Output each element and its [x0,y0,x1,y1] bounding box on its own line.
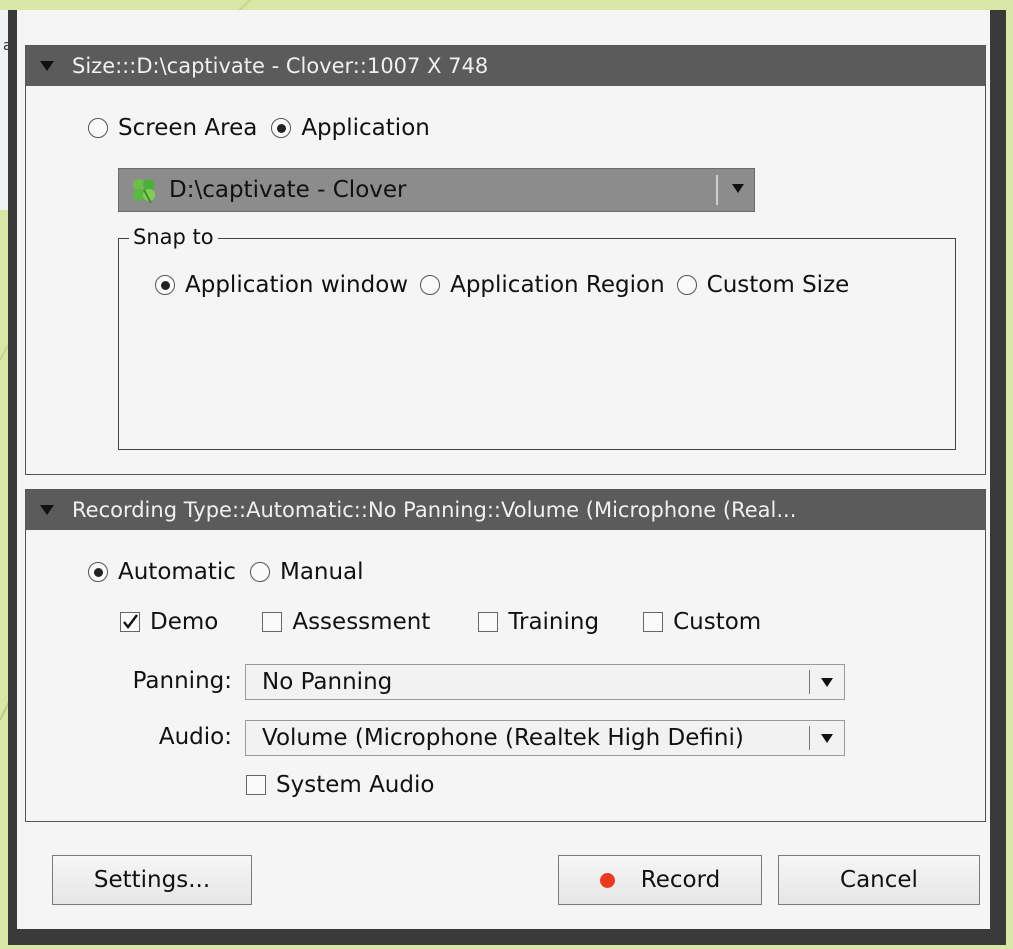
select-divider [809,670,810,694]
audio-label: Audio: [158,724,232,750]
system-audio-label[interactable]: System Audio [276,772,434,798]
application-region-label[interactable]: Application Region [450,272,665,298]
panning-label: Panning: [132,668,232,694]
recording-panel-title: Recording Type::Automatic::No Panning::V… [72,498,797,522]
custom-checkbox[interactable] [643,612,664,632]
manual-radio[interactable] [249,562,270,582]
demo-checkbox[interactable] [120,612,140,632]
system-audio-row: System Audio [246,772,434,798]
training-checkbox[interactable] [478,612,499,632]
assessment-label[interactable]: Assessment [292,609,430,635]
settings-button[interactable]: Settings... [52,855,252,905]
screen-area-radio[interactable] [88,118,108,138]
application-region-radio[interactable] [420,275,441,295]
cancel-button[interactable]: Cancel [778,855,980,905]
custom-size-radio[interactable] [676,275,697,295]
panning-select-value: No Panning [262,669,393,695]
snap-to-legend: Snap to [129,225,218,249]
recording-panel: Recording Type::Automatic::No Panning::V… [25,489,986,822]
training-label[interactable]: Training [508,609,599,635]
record-dot-icon [599,872,615,888]
application-label[interactable]: Application [301,115,430,141]
capture-mode-group: Screen Area Application [88,115,430,141]
application-window-radio[interactable] [155,275,175,295]
chevron-down-icon[interactable] [821,678,833,687]
manual-label[interactable]: Manual [280,559,364,585]
application-radio[interactable] [271,118,292,138]
mode-checkbox-group: Demo Assessment Training Custom [120,609,761,635]
recording-panel-header[interactable]: Recording Type::Automatic::No Panning::V… [26,490,985,530]
application-select[interactable]: D:\captivate - Clover [118,168,755,212]
size-panel-header[interactable]: Size:::D:\captivate - Clover::1007 X 748 [26,46,985,86]
cancel-button-label: Cancel [840,867,918,893]
chevron-down-icon[interactable] [732,184,744,193]
record-button-label: Record [640,867,721,893]
custom-size-label[interactable]: Custom Size [707,272,850,298]
chevron-down-icon[interactable] [821,734,833,743]
size-panel-title: Size:::D:\captivate - Clover::1007 X 748 [72,54,489,78]
collapse-triangle-icon[interactable] [40,61,54,71]
collapse-triangle-icon[interactable] [40,505,54,515]
audio-select[interactable]: Volume (Microphone (Realtek High Defini) [245,720,845,756]
demo-label[interactable]: Demo [150,609,218,635]
assessment-checkbox[interactable] [262,612,283,632]
application-select-value: D:\captivate - Clover [169,177,407,203]
record-button[interactable]: Record [558,855,762,905]
snap-options: Application window Application Region Cu… [155,272,849,298]
application-window-label[interactable]: Application window [185,272,408,298]
panning-select[interactable]: No Panning [245,664,845,700]
select-divider [716,175,718,205]
recording-type-group: Automatic Manual [88,559,364,585]
automatic-label[interactable]: Automatic [118,559,236,585]
custom-label[interactable]: Custom [673,609,761,635]
automatic-radio[interactable] [88,562,108,582]
clover-icon [133,179,155,204]
screen-area-label[interactable]: Screen Area [118,115,257,141]
system-audio-checkbox[interactable] [246,775,266,795]
settings-button-label: Settings... [93,867,211,893]
select-divider [809,726,810,750]
audio-select-value: Volume (Microphone (Realtek High Defini) [262,725,744,751]
snap-to-group: Snap to [118,225,956,450]
checkmark-icon [123,614,138,629]
